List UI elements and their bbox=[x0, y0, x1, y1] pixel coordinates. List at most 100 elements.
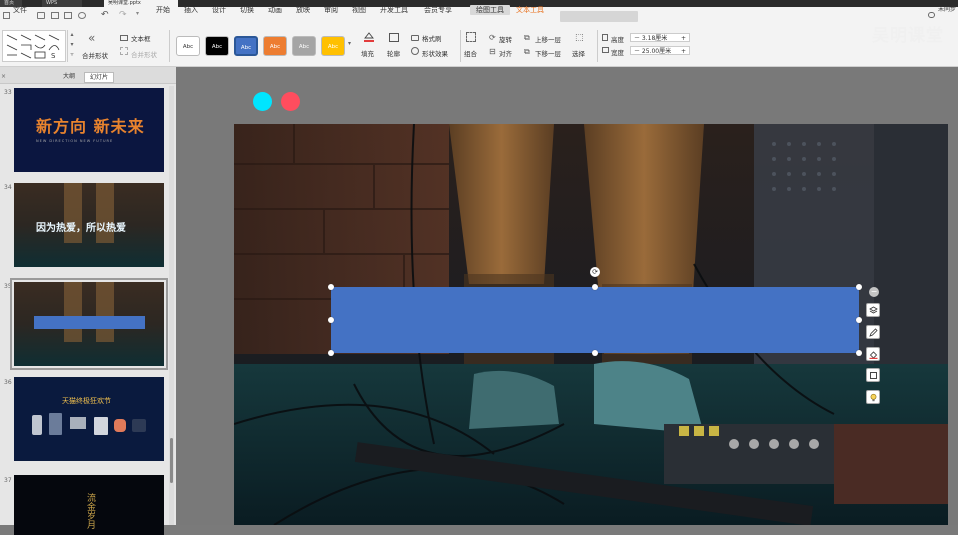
resize-handle-se[interactable] bbox=[856, 350, 862, 356]
menu-animation[interactable]: 动画 bbox=[268, 5, 282, 15]
width-input[interactable]: － 25.00厘米 + bbox=[630, 46, 690, 55]
window-tab-wps[interactable]: WPS bbox=[42, 0, 82, 7]
menu-member[interactable]: 会员专享 bbox=[424, 5, 452, 15]
menu-view[interactable]: 视图 bbox=[352, 5, 366, 15]
crop-icon[interactable] bbox=[866, 368, 880, 382]
resize-handle-w[interactable] bbox=[328, 317, 334, 323]
fill-icon[interactable] bbox=[363, 32, 375, 42]
slide-thumbnail-36[interactable]: 天猫终极狂欢节 bbox=[14, 377, 164, 461]
send-backward-icon[interactable]: ⧉ bbox=[524, 47, 530, 57]
tab-outline[interactable]: 大纲 bbox=[58, 72, 80, 81]
rotate-button[interactable]: 旋转 bbox=[499, 34, 512, 44]
align-button[interactable]: 对齐 bbox=[499, 48, 512, 58]
pen-icon[interactable] bbox=[866, 325, 880, 339]
fill-button[interactable]: 填充 bbox=[361, 48, 374, 58]
print-icon[interactable] bbox=[64, 12, 72, 19]
save-icon[interactable] bbox=[37, 12, 45, 19]
align-icon[interactable]: ⊟ bbox=[489, 47, 496, 56]
resize-handle-nw[interactable] bbox=[328, 284, 334, 290]
menu-review[interactable]: 审阅 bbox=[324, 5, 338, 15]
menu-transition[interactable]: 切换 bbox=[240, 5, 254, 15]
style-swatch[interactable]: Abc bbox=[263, 36, 287, 56]
resize-handle-sw[interactable] bbox=[328, 350, 334, 356]
rotate-icon[interactable]: ⟳ bbox=[489, 33, 496, 42]
search-box[interactable] bbox=[560, 11, 638, 22]
tab-slides[interactable]: 幻灯片 bbox=[84, 72, 115, 83]
width-minus[interactable]: － bbox=[634, 48, 642, 55]
preview-icon[interactable] bbox=[78, 12, 86, 19]
fill-bucket-icon[interactable] bbox=[866, 347, 880, 361]
width-plus[interactable]: + bbox=[681, 47, 686, 56]
slide-number: 37 bbox=[4, 477, 12, 484]
format-brush-icon[interactable] bbox=[411, 35, 419, 41]
bring-forward-icon[interactable]: ⧉ bbox=[524, 33, 530, 43]
slide-thumbnail-35[interactable] bbox=[10, 278, 168, 370]
rotate-handle-icon[interactable]: ⟳ bbox=[590, 267, 600, 277]
shape-effect-button[interactable]: 形状效果 bbox=[422, 48, 448, 58]
style-swatch[interactable]: Abc bbox=[321, 36, 345, 56]
bring-forward-button[interactable]: 上移一层 bbox=[535, 34, 561, 44]
height-input[interactable]: － 3.18厘米 + bbox=[630, 33, 690, 42]
style-swatch[interactable]: Abc bbox=[234, 36, 258, 56]
chevron-down-icon[interactable]: ▾ bbox=[136, 10, 139, 17]
slide-thumbnail-33[interactable]: 新方向 新未来 NEW DIRECTION NEW FUTURE bbox=[14, 88, 164, 172]
text-box-icon[interactable] bbox=[120, 35, 128, 41]
ribbon-divider bbox=[460, 30, 461, 62]
resize-handle-s[interactable] bbox=[592, 350, 598, 356]
shape-gallery[interactable]: S bbox=[2, 30, 66, 62]
merge-shape-button[interactable]: 合并形状 bbox=[131, 49, 157, 59]
style-swatch[interactable]: Abc bbox=[292, 36, 316, 56]
menu-insert[interactable]: 插入 bbox=[184, 5, 198, 15]
menu-file[interactable]: 文件 bbox=[13, 5, 27, 15]
merge-shape-icon[interactable] bbox=[120, 47, 128, 55]
export-pdf-icon[interactable] bbox=[51, 12, 59, 19]
outline-icon[interactable] bbox=[389, 33, 399, 42]
menu-design[interactable]: 设计 bbox=[212, 5, 226, 15]
slide-thumbnail-34[interactable]: 因为热爱，所以热爱 bbox=[14, 183, 164, 267]
style-swatch[interactable]: Abc bbox=[205, 36, 229, 56]
undo-icon[interactable]: ↶ bbox=[101, 10, 109, 20]
slide-33-subtitle: NEW DIRECTION NEW FUTURE bbox=[36, 139, 114, 143]
height-minus[interactable]: － bbox=[634, 35, 642, 42]
sync-status[interactable]: 未同步 bbox=[938, 5, 956, 15]
menu-text-tools[interactable]: 文本工具 bbox=[516, 5, 544, 15]
outline-button[interactable]: 轮廓 bbox=[387, 48, 400, 58]
ribbon-divider bbox=[169, 30, 170, 62]
send-backward-button[interactable]: 下移一层 bbox=[535, 48, 561, 58]
edit-shape-label[interactable]: 合并形状 bbox=[82, 50, 108, 60]
height-plus[interactable]: + bbox=[681, 34, 686, 43]
group-button[interactable]: 组合 bbox=[464, 48, 477, 58]
watermark-logo: 吴明课堂 bbox=[872, 26, 944, 46]
menu-developer[interactable]: 开发工具 bbox=[380, 5, 408, 15]
shape-lines-icon: S bbox=[6, 34, 60, 60]
style-swatch[interactable]: Abc bbox=[176, 36, 200, 56]
slide-35-shape bbox=[34, 316, 145, 329]
slide-thumbnail-37[interactable]: 流金岁月 bbox=[14, 475, 164, 535]
shape-effect-icon[interactable] bbox=[411, 47, 419, 55]
cloud-icon[interactable] bbox=[928, 12, 935, 18]
slide-number: 34 bbox=[4, 184, 12, 191]
collapse-icon[interactable]: − bbox=[869, 287, 879, 297]
resize-handle-e[interactable] bbox=[856, 317, 862, 323]
select-icon[interactable]: ⬚ bbox=[575, 33, 584, 43]
layers-icon[interactable] bbox=[866, 303, 880, 317]
selected-rectangle-shape[interactable] bbox=[331, 287, 859, 353]
text-box-button[interactable]: 文本框 bbox=[131, 33, 151, 43]
resize-handle-ne[interactable] bbox=[856, 284, 862, 290]
swatch-more-icon[interactable]: ▾ bbox=[348, 40, 351, 47]
close-panel-icon[interactable]: × bbox=[1, 73, 6, 80]
menu-drawing-tools[interactable]: 绘图工具 bbox=[470, 5, 510, 15]
panel-scrollbar-thumb[interactable] bbox=[170, 438, 173, 483]
group-icon[interactable] bbox=[466, 32, 476, 42]
menu-icon[interactable] bbox=[3, 12, 10, 19]
edit-shape-icon[interactable]: « bbox=[88, 31, 95, 45]
resize-handle-n[interactable] bbox=[592, 284, 598, 290]
gallery-scroll[interactable]: ▴ ▾ ▿ bbox=[67, 30, 76, 62]
format-brush-button[interactable]: 格式刷 bbox=[422, 33, 442, 43]
menu-start[interactable]: 开始 bbox=[156, 5, 170, 15]
redo-icon[interactable]: ↷ bbox=[119, 10, 127, 20]
select-button[interactable]: 选择 bbox=[572, 48, 585, 58]
lightbulb-icon[interactable] bbox=[866, 390, 880, 404]
slide-number: 36 bbox=[4, 379, 12, 386]
menu-slideshow[interactable]: 放映 bbox=[296, 5, 310, 15]
